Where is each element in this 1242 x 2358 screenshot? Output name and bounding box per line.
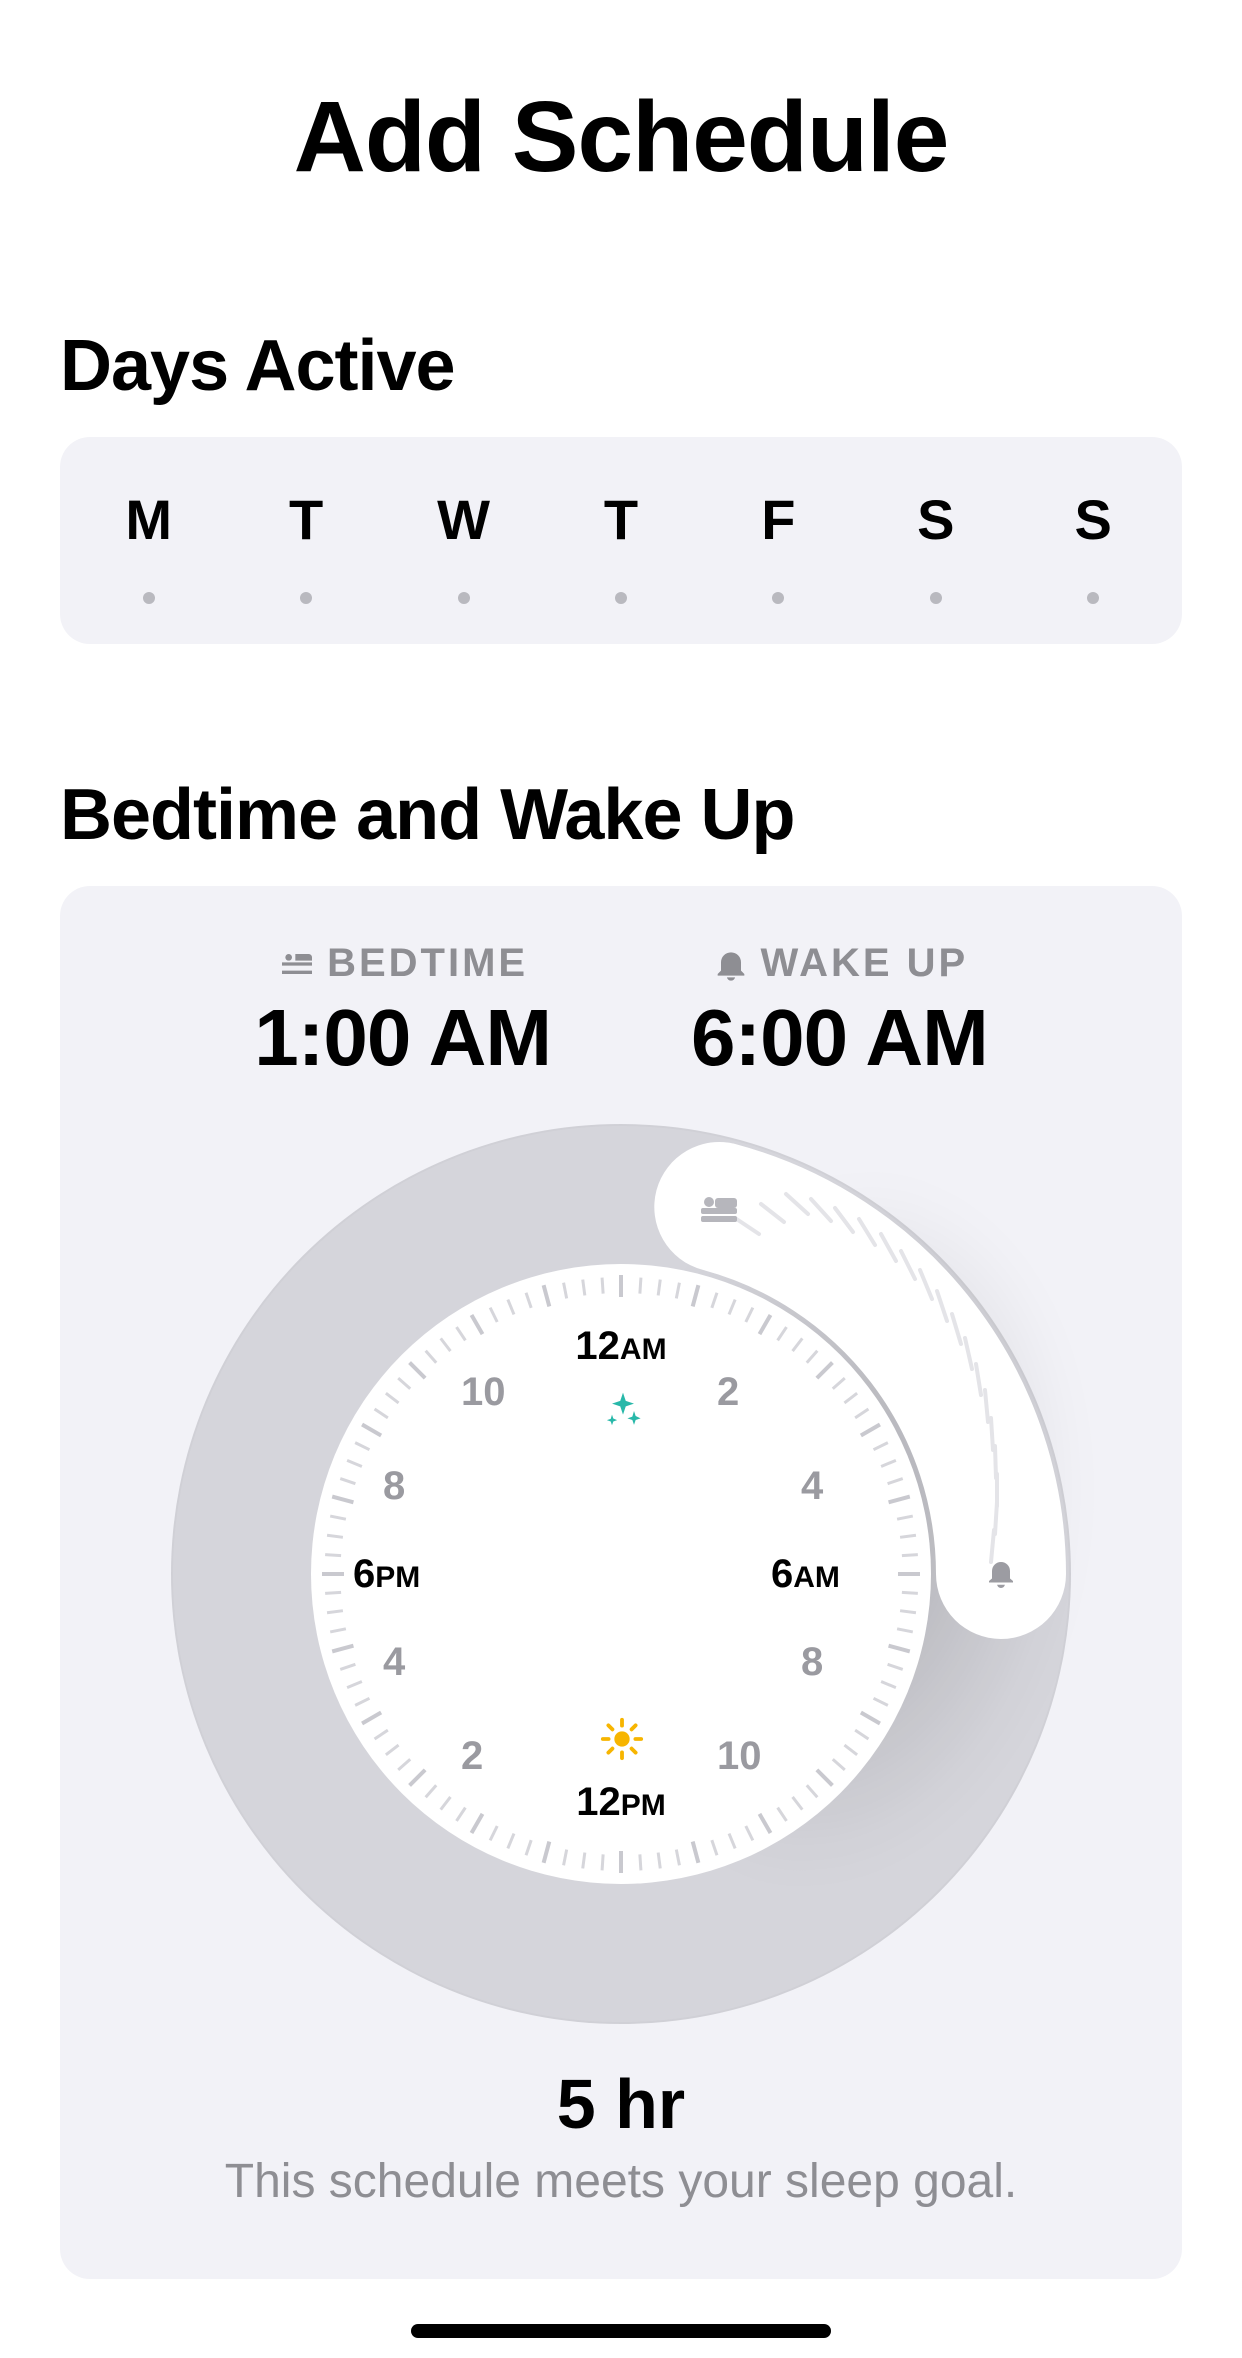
sleep-dial[interactable]: 12AM 2 4 6AM 8 10 12PM 2 4 6PM 8 10 [171, 1124, 1071, 2024]
face-10t: 10 [461, 1370, 506, 1415]
day-letter: S [917, 487, 954, 552]
bedtime-header-text: BEDTIME [327, 941, 528, 986]
days-active-label: Days Active [60, 325, 1182, 407]
day-dot [615, 592, 627, 604]
page-title: Add Schedule [60, 80, 1182, 195]
face-12am: 12AM [575, 1324, 666, 1369]
home-indicator[interactable] [411, 2324, 831, 2338]
bedtime-header: BEDTIME [254, 941, 551, 986]
day-toggle-mon[interactable]: M [99, 487, 199, 604]
day-toggle-sun[interactable]: S [1043, 487, 1143, 604]
face-6pm: 6PM [353, 1552, 420, 1597]
bedtime-wake-label: Bedtime and Wake Up [60, 774, 1182, 856]
day-toggle-thu[interactable]: T [571, 487, 671, 604]
day-dot [300, 592, 312, 604]
wakeup-header: WAKE UP [691, 941, 988, 986]
face-8: 8 [801, 1640, 823, 1685]
day-letter: F [761, 487, 795, 552]
face-2b: 2 [461, 1734, 483, 1779]
wakeup-header-text: WAKE UP [761, 941, 969, 986]
day-toggle-wed[interactable]: W [414, 487, 514, 604]
bed-icon [277, 944, 317, 984]
day-dot [1087, 592, 1099, 604]
sun-icon [599, 1716, 645, 1767]
day-toggle-tue[interactable]: T [256, 487, 356, 604]
face-8t: 8 [383, 1464, 405, 1509]
day-letter: M [125, 487, 172, 552]
face-6am: 6AM [771, 1552, 840, 1597]
wakeup-block: WAKE UP 6:00 AM [691, 941, 988, 1084]
bedtime-value: 1:00 AM [254, 992, 551, 1084]
day-toggle-fri[interactable]: F [728, 487, 828, 604]
face-12pm: 12PM [576, 1780, 666, 1825]
face-2: 2 [717, 1370, 739, 1415]
face-4: 4 [801, 1464, 823, 1509]
face-4b: 4 [383, 1640, 405, 1685]
days-active-card: M T W T F S S [60, 437, 1182, 644]
dial-inner-face: 12AM 2 4 6AM 8 10 12PM 2 4 6PM 8 10 [311, 1264, 931, 1884]
sleep-schedule-card: BEDTIME 1:00 AM WAKE UP 6:00 AM [60, 886, 1182, 2279]
sleep-goal-status: This schedule meets your sleep goal. [100, 2154, 1142, 2209]
bell-icon [711, 944, 751, 984]
day-letter: T [289, 487, 323, 552]
day-dot [772, 592, 784, 604]
wakeup-value: 6:00 AM [691, 992, 988, 1084]
bedtime-block: BEDTIME 1:00 AM [254, 941, 551, 1084]
day-dot [458, 592, 470, 604]
day-dot [930, 592, 942, 604]
sleep-duration: 5 hr [100, 2064, 1142, 2144]
face-10: 10 [717, 1734, 762, 1779]
day-dot [143, 592, 155, 604]
day-toggle-sat[interactable]: S [886, 487, 986, 604]
day-letter: T [604, 487, 638, 552]
day-letter: W [437, 487, 490, 552]
sparkle-icon [601, 1389, 645, 1438]
day-letter: S [1075, 487, 1112, 552]
